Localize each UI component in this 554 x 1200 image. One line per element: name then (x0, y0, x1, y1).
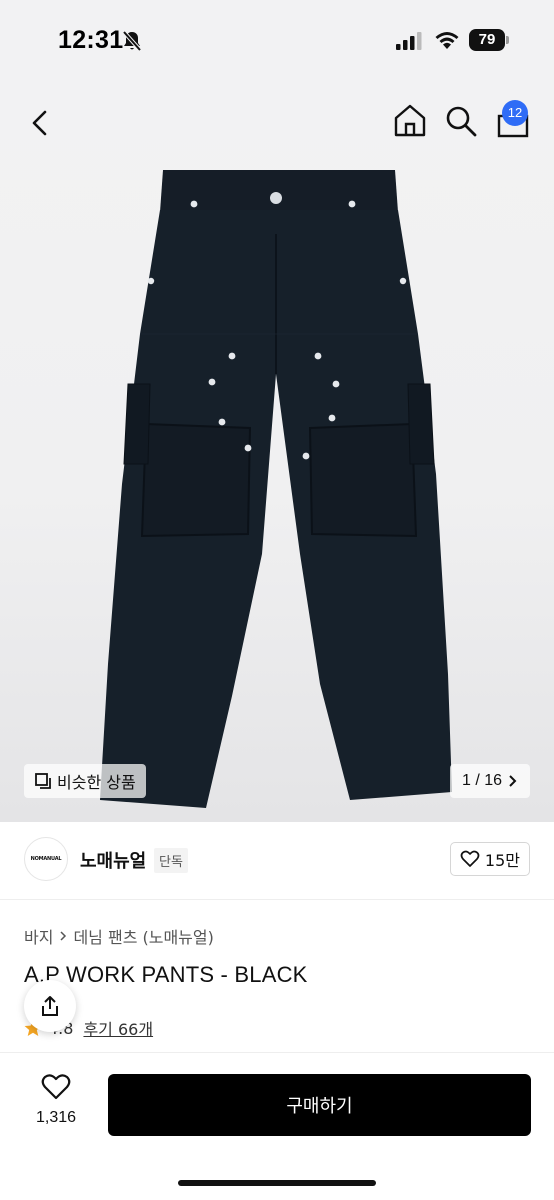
similar-products-label: 비슷한 상품 (57, 773, 136, 792)
brand-logo[interactable]: NOMANUAL (24, 837, 68, 881)
home-indicator (178, 1180, 376, 1186)
battery-level: 79 (469, 29, 505, 51)
wifi-icon (435, 32, 459, 49)
brand-like-count: 15만 (484, 851, 520, 870)
back-icon[interactable] (24, 106, 58, 140)
product-title: A.P WORK PANTS - BLACK (24, 962, 308, 987)
product-photo-pants (100, 170, 452, 808)
breadcrumb-subcategory[interactable]: 데님 팬츠 (노매뉴얼) (73, 924, 213, 948)
brand-name[interactable]: 노매뉴얼 (80, 847, 146, 873)
breadcrumb-category[interactable]: 바지 (24, 924, 53, 948)
bell-off-icon (122, 30, 142, 52)
brand-like-button[interactable]: 15만 (449, 842, 530, 876)
page-indicator-text: 1 / 16 (461, 772, 502, 789)
heart-icon (460, 850, 480, 867)
product-image-gallery[interactable]: 12 비슷한 상품 1 / 16 (0, 84, 554, 822)
signal-icon (396, 32, 422, 50)
similar-products-button[interactable]: 비슷한 상품 (24, 764, 146, 798)
home-icon[interactable] (392, 102, 428, 138)
buy-button[interactable]: 구매하기 (108, 1074, 531, 1136)
brand-logo-text: NOMANUAL (30, 856, 62, 862)
exclusive-tag: 단독 (154, 848, 188, 873)
share-button[interactable] (24, 980, 76, 1032)
review-link[interactable]: 후기 66개 (83, 1016, 153, 1040)
status-time: 12:31 (58, 26, 124, 54)
chevron-right-icon (60, 931, 67, 941)
wishlist-button[interactable]: 1,316 (28, 1073, 84, 1127)
brand-row: NOMANUAL 노매뉴얼 단독 15만 (0, 822, 554, 900)
copy-icon (35, 773, 51, 789)
search-icon[interactable] (444, 104, 478, 138)
bottom-action-bar: 1,316 구매하기 (0, 1052, 554, 1200)
breadcrumb: 바지 데님 팬츠 (노매뉴얼) (24, 924, 214, 948)
wishlist-count: 1,316 (35, 1109, 77, 1126)
battery-tip (506, 36, 509, 44)
status-bar: 12:31 79 (0, 0, 554, 84)
gallery-page-indicator[interactable]: 1 / 16 (449, 764, 530, 798)
chevron-right-icon (509, 775, 517, 787)
share-icon (42, 996, 58, 1016)
cart-count-badge: 12 (502, 100, 528, 126)
heart-icon (41, 1074, 71, 1100)
